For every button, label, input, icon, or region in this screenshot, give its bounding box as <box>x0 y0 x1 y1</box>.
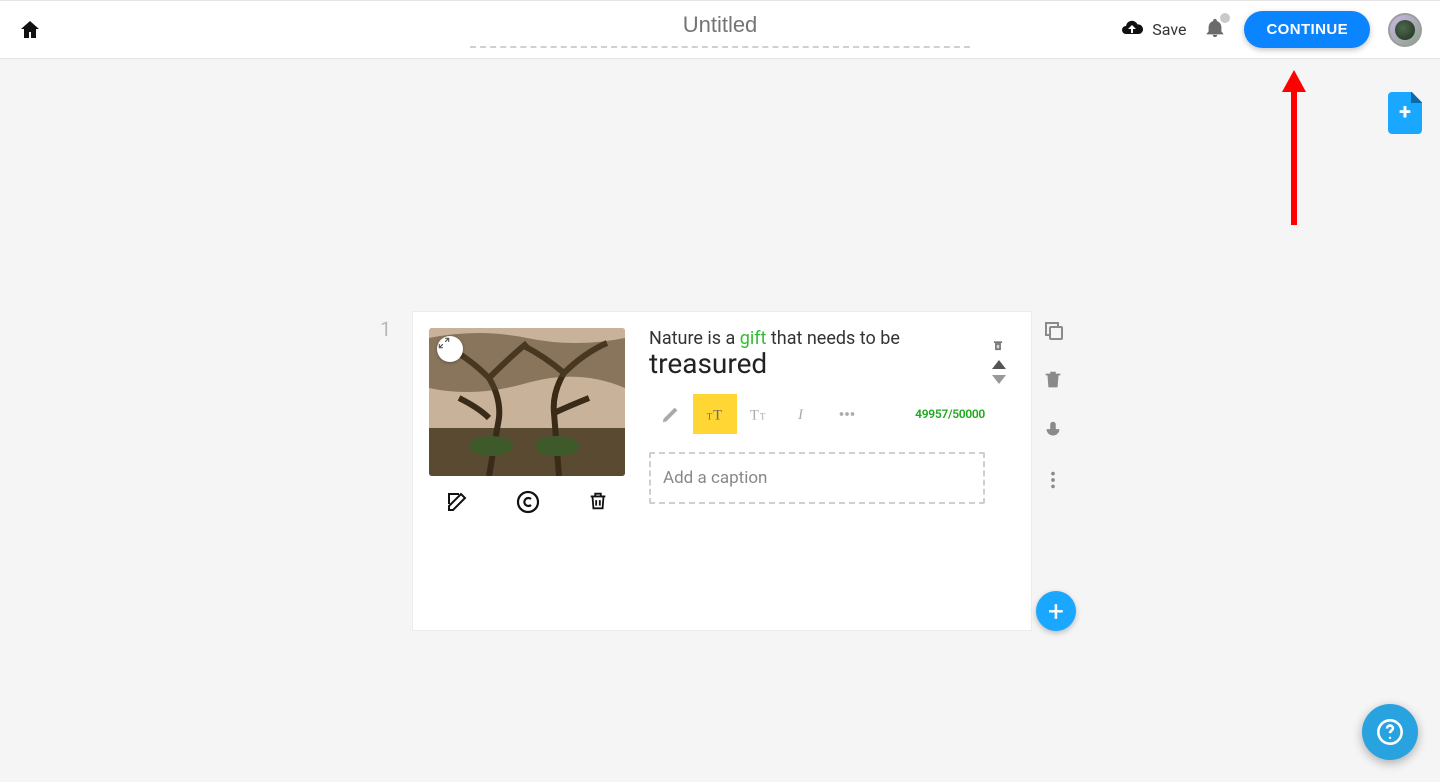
duplicate-slide-button[interactable] <box>1042 319 1066 343</box>
text-size-large-button[interactable]: TT <box>737 394 781 434</box>
slide-text-emphasis[interactable]: treasured <box>649 347 985 380</box>
text-prefix: Nature is a <box>649 328 740 349</box>
avatar-image <box>1395 20 1415 40</box>
slide-number: 1 <box>380 317 391 341</box>
svg-text:T: T <box>750 408 759 424</box>
svg-text:T: T <box>707 412 713 422</box>
notifications-button[interactable] <box>1204 17 1226 43</box>
more-text-options-button[interactable] <box>825 394 869 434</box>
move-up-button[interactable] <box>992 360 1006 369</box>
expand-image-button[interactable] <box>437 336 463 362</box>
home-icon[interactable] <box>18 18 42 42</box>
text-highlight-word: gift <box>740 328 767 349</box>
svg-text:T: T <box>760 412 766 422</box>
text-side-controls <box>991 338 1007 384</box>
notification-dot <box>1220 13 1230 23</box>
pencil-tool-button[interactable] <box>649 394 693 434</box>
character-count: 49957/50000 <box>915 407 985 421</box>
text-toolbar: TT TT I 49957/50000 <box>649 394 985 434</box>
cloud-upload-icon <box>1120 16 1144 44</box>
save-label: Save <box>1152 20 1186 39</box>
svg-text:T: T <box>713 408 722 424</box>
edit-image-button[interactable] <box>445 490 469 514</box>
title-underline <box>470 46 970 48</box>
delete-text-button[interactable] <box>991 338 1007 354</box>
text-size-small-button[interactable]: TT <box>693 394 737 434</box>
help-button[interactable] <box>1362 704 1418 760</box>
slide-text-line1[interactable]: Nature is a gift that needs to be <box>649 328 985 349</box>
italic-button[interactable]: I <box>781 394 825 434</box>
record-audio-button[interactable] <box>1042 419 1066 443</box>
slide-card: Nature is a gift that needs to be treasu… <box>412 311 1032 631</box>
bell-icon <box>1204 24 1226 43</box>
app-header: Save CONTINUE <box>0 0 1440 59</box>
caption-input[interactable]: Add a caption <box>649 452 985 504</box>
text-column: Nature is a gift that needs to be treasu… <box>649 328 1015 614</box>
slide-image[interactable] <box>429 328 625 476</box>
plus-icon: + <box>1048 595 1064 628</box>
user-avatar[interactable] <box>1388 13 1422 47</box>
image-column <box>429 328 627 614</box>
slide-action-rail <box>1042 319 1066 497</box>
document-title-wrap <box>470 12 970 48</box>
add-slide-button[interactable]: + <box>1036 591 1076 631</box>
svg-text:I: I <box>797 407 804 423</box>
copyright-button[interactable] <box>516 490 540 514</box>
document-title-input[interactable] <box>470 12 970 44</box>
delete-image-button[interactable] <box>587 490 611 514</box>
header-actions: Save CONTINUE <box>1120 11 1422 48</box>
editor-canvas: 1 <box>0 59 1440 782</box>
save-button[interactable]: Save <box>1120 16 1186 44</box>
more-slide-options-button[interactable] <box>1042 469 1066 497</box>
delete-slide-button[interactable] <box>1042 369 1066 393</box>
move-down-button[interactable] <box>992 375 1006 384</box>
image-action-row <box>429 476 627 514</box>
text-suffix: that needs to be <box>766 328 899 349</box>
continue-button[interactable]: CONTINUE <box>1244 11 1370 48</box>
